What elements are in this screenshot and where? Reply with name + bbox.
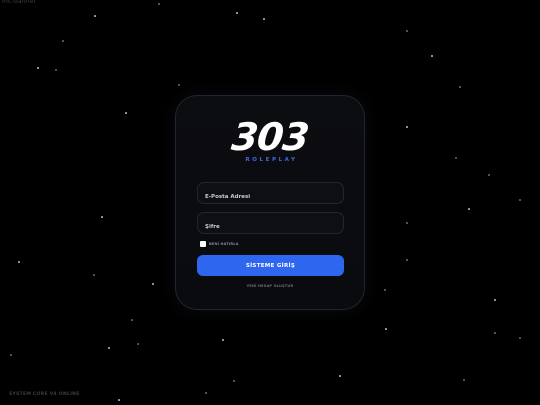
star [118,399,120,401]
top-corner-label: mc-banner [2,0,37,5]
star [339,375,341,377]
login-card: 303 ROLEPLAY BENİ HATIRLA SİSTEME GİRİŞ … [175,95,365,310]
star [385,328,387,330]
star [55,69,57,71]
star [384,289,386,291]
password-field[interactable] [197,212,344,237]
star [158,3,160,5]
star [406,222,408,224]
email-input[interactable] [198,187,343,207]
star [131,319,133,321]
star [18,261,20,263]
star [62,40,64,42]
login-button[interactable]: SİSTEME GİRİŞ [197,255,344,276]
star [406,30,408,32]
star [233,380,235,382]
star [406,259,408,261]
star [101,216,103,218]
logo-number: 303 [229,115,311,159]
star [152,283,154,285]
star [125,112,127,114]
star [205,392,207,394]
remember-label: BENİ HATIRLA [209,242,239,246]
star [406,126,408,128]
star [10,354,12,356]
star [236,12,238,14]
remember-checkbox[interactable] [200,241,206,247]
star [494,332,496,334]
star [37,67,39,69]
star [488,174,490,176]
login-screen: mc-banner 303 ROLEPLAY BENİ HATIRLA SİST… [0,0,540,405]
star [137,343,139,345]
star [108,347,110,349]
star [519,199,521,201]
star [431,55,433,57]
star [468,208,470,210]
star [455,157,457,159]
star [93,274,95,276]
brand-logo: 303 ROLEPLAY [176,115,364,163]
create-account-link[interactable]: YENİ HESAP OLUŞTUR [176,284,364,288]
email-field[interactable] [197,182,344,207]
star [222,339,224,341]
star [519,337,521,339]
star [94,15,96,17]
star [463,379,465,381]
star [178,84,180,86]
star [494,299,496,301]
star [263,18,265,20]
star [459,86,461,88]
system-status-label: SYSTEM CORE V4 ONLINE [9,392,80,397]
password-input[interactable] [198,217,343,237]
remember-me[interactable]: BENİ HATIRLA [200,240,239,248]
